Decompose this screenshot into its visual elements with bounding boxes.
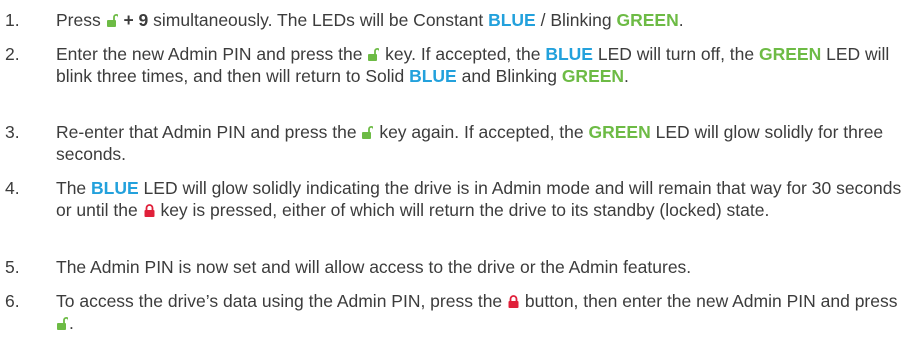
unlock-icon (362, 126, 374, 139)
step-text: The Admin PIN is now set and will allow … (56, 257, 692, 277)
step-number: 5. (5, 257, 20, 277)
step-text: Re-enter that Admin PIN and press the ke… (56, 122, 884, 164)
lock-icon (508, 295, 519, 308)
step-text: To access the drive’s data using the Adm… (56, 291, 898, 333)
unlock-icon (106, 14, 118, 27)
instruction-page: 1. Press + 9 simultaneously. The LEDs wi… (0, 0, 913, 363)
step-text: Press + 9 simultaneously. The LEDs will … (56, 10, 684, 30)
step-text: The BLUE LED will glow solidly indicatin… (56, 178, 902, 220)
unlock-icon (368, 48, 380, 61)
step-number: 4. (5, 178, 20, 198)
step-number: 2. (5, 44, 20, 64)
step-number: 3. (5, 122, 20, 142)
lock-icon (144, 204, 155, 217)
unlock-icon (57, 317, 68, 330)
step-number: 6. (5, 291, 20, 311)
step-text: Enter the new Admin PIN and press the ke… (56, 44, 890, 86)
step-number: 1. (5, 10, 20, 30)
